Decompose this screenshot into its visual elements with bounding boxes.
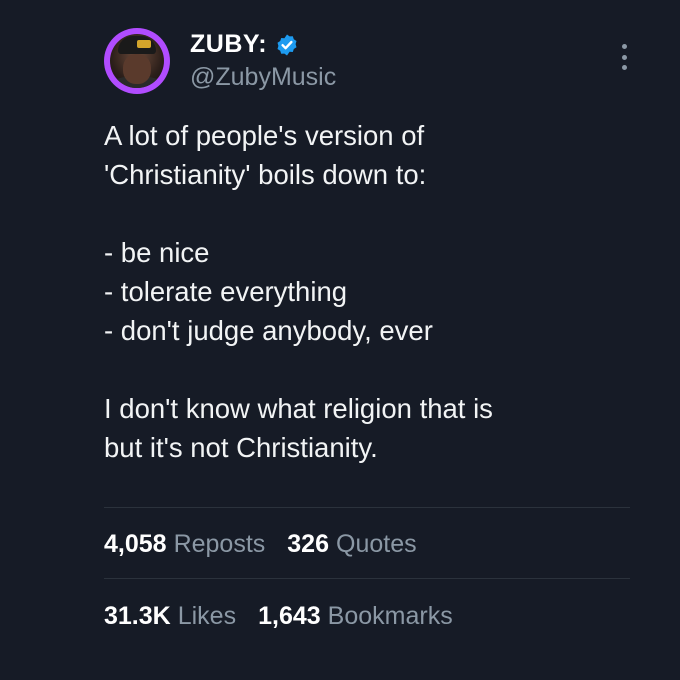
tweet-line: - tolerate everything bbox=[104, 276, 348, 307]
reposts-stat[interactable]: 4,058 Reposts bbox=[104, 530, 265, 559]
tweet-text: A lot of people's version of 'Christiani… bbox=[104, 116, 644, 467]
verified-badge-icon bbox=[277, 34, 297, 55]
likes-stat[interactable]: 31.3K Likes bbox=[104, 602, 236, 631]
tweet-line: A lot of people's version of bbox=[104, 120, 425, 151]
avatar-photo bbox=[110, 34, 164, 88]
avatar-cap-logo bbox=[137, 40, 151, 48]
likes-count: 31.3K bbox=[104, 602, 171, 630]
reposts-label: Reposts bbox=[173, 530, 266, 558]
bookmarks-stat[interactable]: 1,643 Bookmarks bbox=[258, 602, 453, 631]
quotes-stat[interactable]: 326 Quotes bbox=[287, 530, 416, 559]
divider bbox=[104, 578, 630, 579]
quotes-label: Quotes bbox=[336, 530, 417, 558]
author-name-row: ZUBY: bbox=[190, 30, 299, 59]
bookmarks-label: Bookmarks bbox=[327, 602, 453, 630]
reposts-count: 4,058 bbox=[104, 530, 167, 558]
tweet-screen: ZUBY: @ZubyMusic A lot of people's versi… bbox=[0, 0, 680, 680]
more-vertical-icon[interactable] bbox=[612, 40, 636, 74]
avatar[interactable] bbox=[104, 28, 170, 94]
avatar-face bbox=[123, 54, 151, 84]
tweet-line: but it's not Christianity. bbox=[104, 432, 378, 463]
tweet-line bbox=[104, 194, 644, 233]
divider bbox=[104, 507, 630, 508]
more-dot-icon bbox=[621, 44, 627, 49]
engagement-row-likes: 31.3K Likes 1,643 Bookmarks bbox=[104, 602, 453, 631]
author-display-name[interactable]: ZUBY: bbox=[190, 30, 267, 59]
author-handle[interactable]: @ZubyMusic bbox=[190, 63, 336, 92]
likes-label: Likes bbox=[177, 602, 237, 630]
tweet-line: I don't know what religion that is bbox=[104, 393, 493, 424]
bookmarks-count: 1,643 bbox=[258, 602, 321, 630]
avatar-cap bbox=[118, 36, 156, 54]
engagement-row-shares: 4,058 Reposts 326 Quotes bbox=[104, 530, 417, 559]
tweet-line: 'Christianity' boils down to: bbox=[104, 159, 427, 190]
tweet-line: - don't judge anybody, ever bbox=[104, 315, 433, 346]
tweet-line bbox=[104, 350, 644, 389]
more-dot-icon bbox=[621, 65, 627, 70]
tweet-line: - be nice bbox=[104, 237, 210, 268]
quotes-count: 326 bbox=[287, 530, 329, 558]
more-dot-icon bbox=[621, 54, 627, 60]
